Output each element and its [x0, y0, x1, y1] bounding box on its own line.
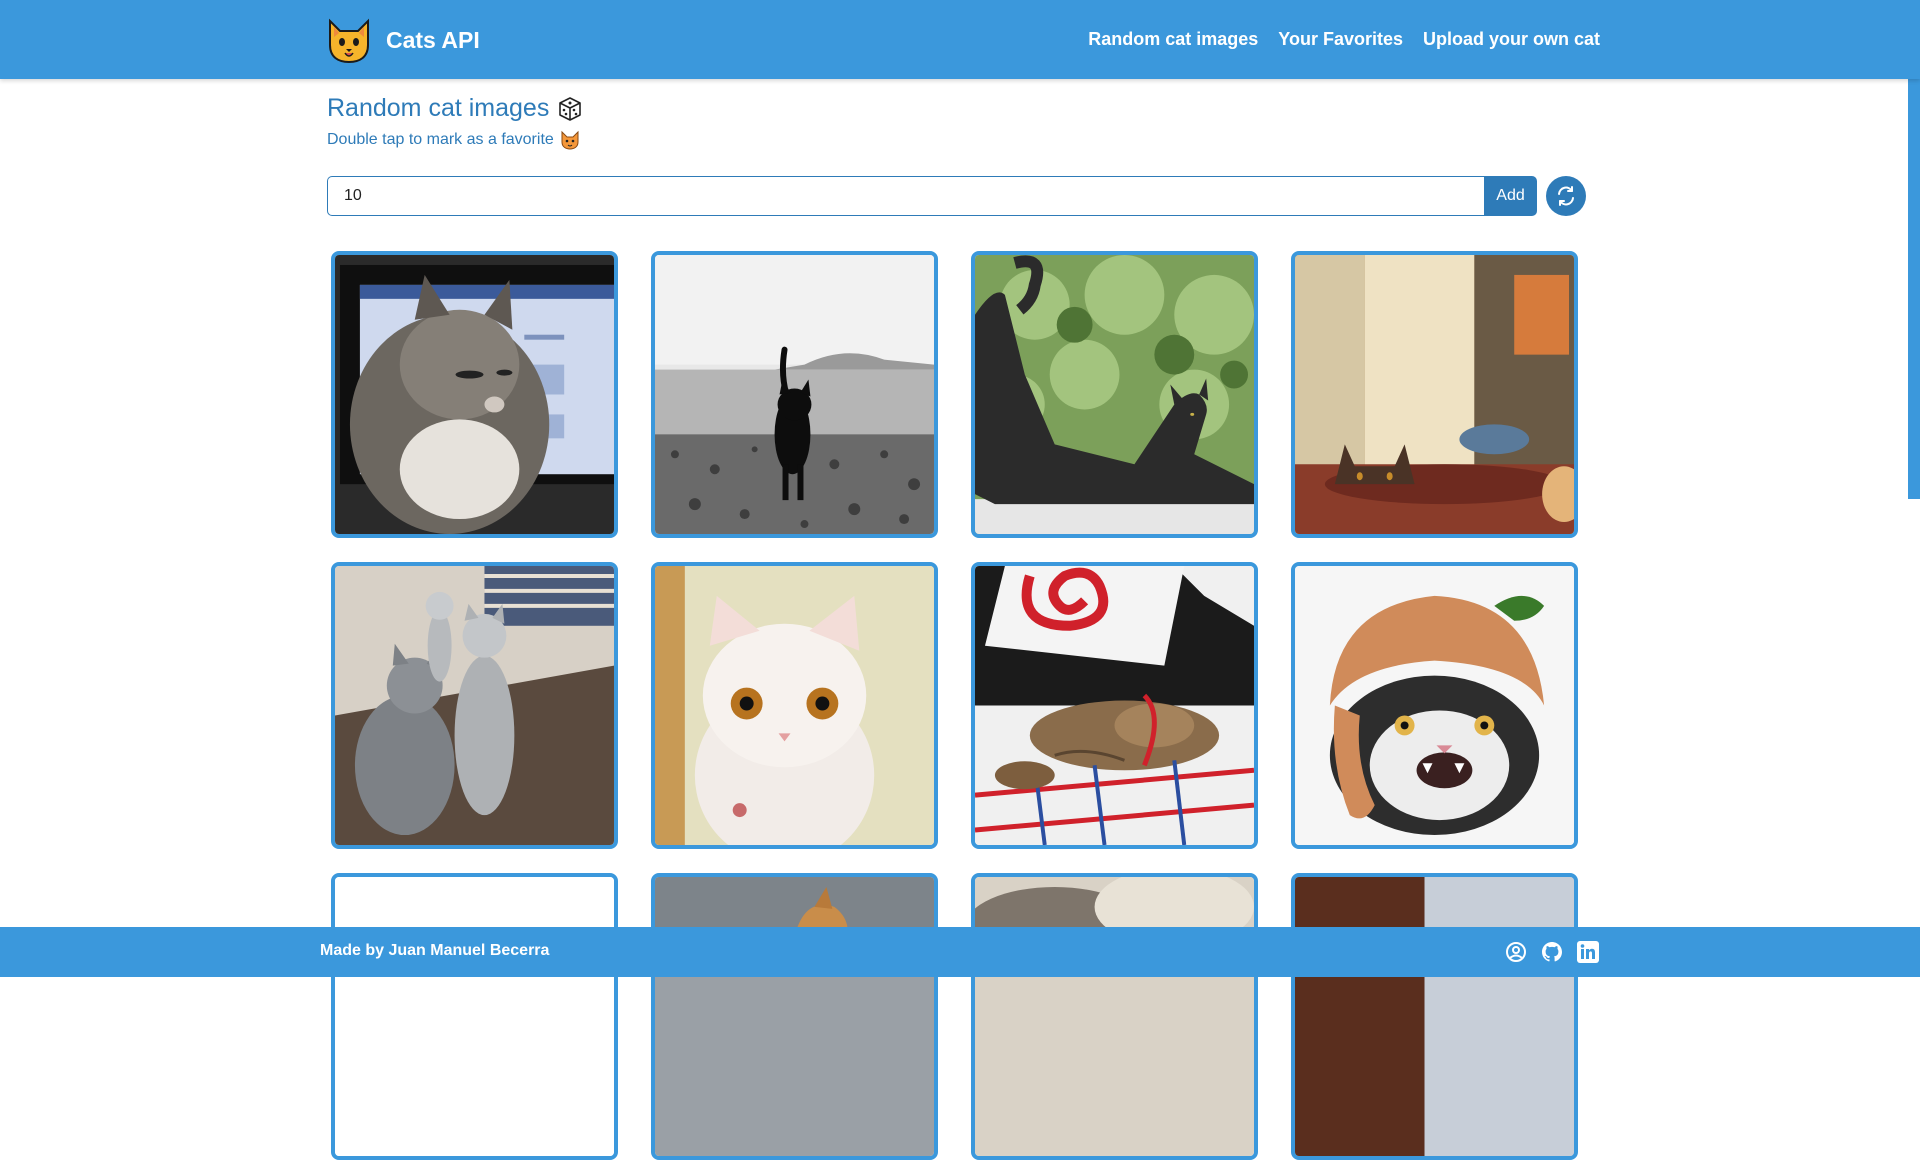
cat-image-card[interactable] — [651, 873, 938, 1160]
add-images-form: Add — [327, 176, 1586, 216]
cat-image — [975, 255, 1254, 534]
page-subtitle: Double tap to mark as a favorite — [327, 130, 580, 150]
dice-icon — [559, 96, 582, 121]
cat-image-card[interactable] — [651, 562, 938, 849]
cat-image — [335, 566, 614, 845]
cat-image — [655, 566, 934, 845]
cat-image-card[interactable] — [1291, 873, 1578, 1160]
cat-image — [335, 255, 614, 534]
cat-image-card[interactable] — [331, 251, 618, 538]
cat-image-card[interactable] — [331, 562, 618, 849]
cat-image-card[interactable] — [331, 873, 618, 1160]
github-icon — [1542, 942, 1562, 962]
footer-social-links — [1492, 938, 1600, 966]
nav-random-cat-images[interactable]: Random cat images — [1088, 29, 1258, 50]
cat-image-card[interactable] — [1291, 251, 1578, 538]
cat-image — [975, 566, 1254, 845]
main-nav: Random cat images Your Favorites Upload … — [1068, 0, 1600, 79]
footer: Made by Juan Manuel Becerra — [0, 927, 1920, 977]
cat-image — [975, 877, 1254, 1156]
cat-face-icon — [329, 18, 369, 64]
subtitle-text: Double tap to mark as a favorite — [327, 131, 554, 148]
nav-upload-your-own-cat[interactable]: Upload your own cat — [1423, 29, 1600, 50]
image-count-input[interactable] — [327, 176, 1484, 216]
cat-image — [655, 255, 934, 534]
profile-link[interactable] — [1504, 938, 1528, 966]
cat-image — [655, 877, 934, 1156]
linkedin-link[interactable] — [1576, 938, 1600, 966]
refresh-icon — [1558, 186, 1574, 206]
brand-name: Cats API — [386, 26, 480, 53]
github-link[interactable] — [1540, 938, 1564, 966]
refresh-button[interactable] — [1546, 176, 1586, 216]
cat-image — [335, 877, 614, 1156]
add-button[interactable]: Add — [1484, 176, 1537, 216]
cat-image-grid — [331, 251, 1581, 1160]
cat-image-card[interactable] — [1291, 562, 1578, 849]
cat-image-card[interactable] — [971, 251, 1258, 538]
cat-image-card[interactable] — [971, 562, 1258, 849]
cat-image — [1295, 877, 1574, 1156]
page-heading: Random cat images — [327, 94, 583, 123]
linkedin-icon — [1577, 941, 1599, 963]
cat-image-card[interactable] — [651, 251, 938, 538]
cat-image-card[interactable] — [971, 873, 1258, 1160]
brand[interactable]: Cats API — [324, 15, 480, 65]
scrollbar-thumb[interactable] — [1908, 79, 1920, 499]
cat-face-icon — [561, 130, 579, 150]
footer-credit: Made by Juan Manuel Becerra — [320, 942, 550, 959]
top-navbar: Cats API Random cat images Your Favorite… — [0, 0, 1920, 79]
page-title: Random cat images — [327, 94, 550, 122]
user-circle-icon — [1506, 942, 1526, 962]
cat-image — [1295, 566, 1574, 845]
nav-your-favorites[interactable]: Your Favorites — [1278, 29, 1403, 50]
cat-image — [1295, 255, 1574, 534]
